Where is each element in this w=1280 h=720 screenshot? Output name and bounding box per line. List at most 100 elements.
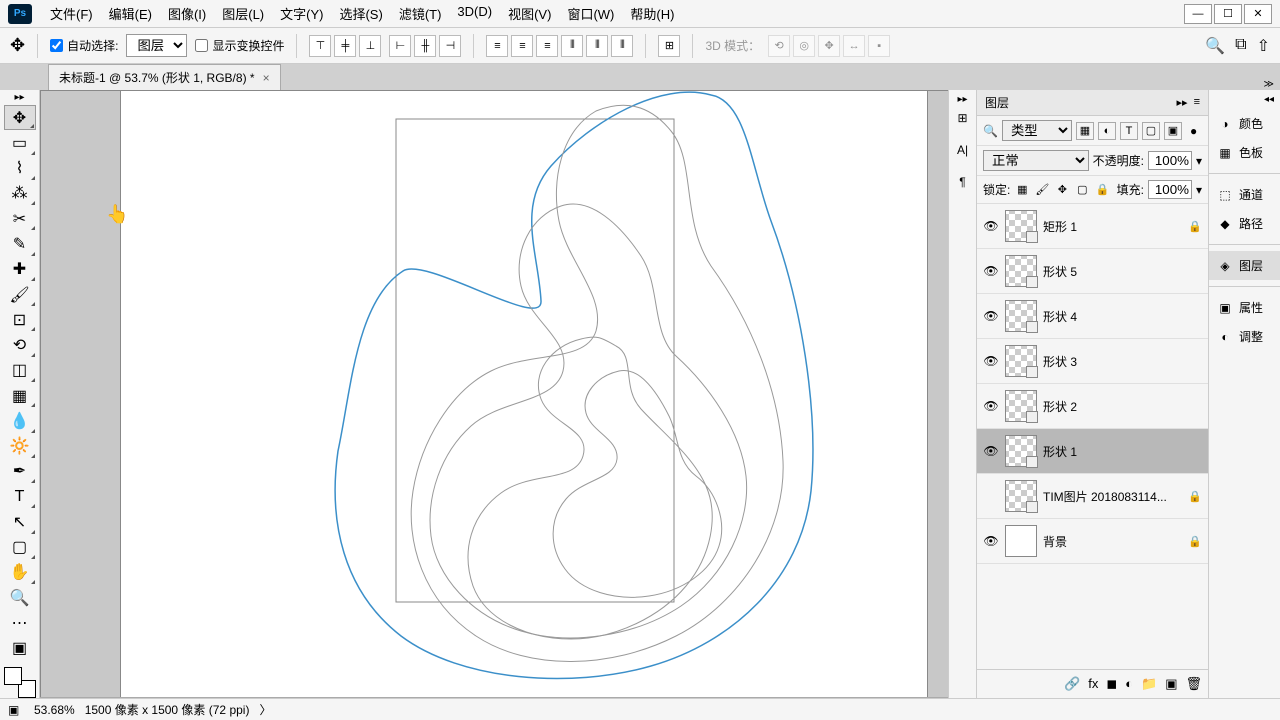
lock-artboard-icon[interactable]: ▢ bbox=[1074, 182, 1090, 198]
layer-mask-icon[interactable]: ◼ bbox=[1106, 676, 1117, 692]
layer-row[interactable]: 👁 形状 5 bbox=[977, 249, 1208, 294]
menu-item[interactable]: 帮助(H) bbox=[622, 0, 682, 27]
auto-select-mode[interactable]: 图层 bbox=[126, 34, 187, 57]
layer-thumbnail[interactable] bbox=[1005, 435, 1037, 467]
layer-row[interactable]: 👁 形状 1 bbox=[977, 429, 1208, 474]
layer-row[interactable]: 👁 形状 2 bbox=[977, 384, 1208, 429]
lock-pixels-icon[interactable]: ▦ bbox=[1014, 182, 1030, 198]
dock-expand-icon[interactable]: ◂◂ bbox=[1209, 94, 1280, 109]
fill-dropdown-icon[interactable]: ▾ bbox=[1196, 183, 1202, 197]
visibility-icon[interactable]: 👁 bbox=[983, 308, 999, 324]
dist-bottom[interactable]: ≡ bbox=[536, 35, 558, 57]
opacity-dropdown-icon[interactable]: ▾ bbox=[1196, 154, 1202, 168]
align-vcenter[interactable]: ╪ bbox=[334, 35, 356, 57]
dock-item[interactable]: ◐调整 bbox=[1209, 322, 1280, 351]
menu-item[interactable]: 文件(F) bbox=[42, 0, 101, 27]
filter-type-icon[interactable]: T bbox=[1120, 122, 1138, 140]
foreground-color[interactable] bbox=[4, 667, 22, 685]
layer-row[interactable]: 👁 形状 4 bbox=[977, 294, 1208, 339]
dist-vcenter[interactable]: ≡ bbox=[511, 35, 533, 57]
layer-row[interactable]: TIM图片 2018083114... 🔒 bbox=[977, 474, 1208, 519]
gradient-tool[interactable]: ▦ bbox=[4, 383, 36, 408]
dock-item[interactable]: ▦色板 bbox=[1209, 138, 1280, 167]
history-brush-tool[interactable]: ⟲ bbox=[4, 332, 36, 357]
brush-settings-icon[interactable]: ⊞ bbox=[957, 111, 967, 143]
hand-tool[interactable]: ✋ bbox=[4, 560, 36, 585]
filter-adjust-icon[interactable]: ◐ bbox=[1098, 122, 1116, 140]
3d-slide[interactable]: ↔ bbox=[843, 35, 865, 57]
dock-item[interactable]: ⬚通道 bbox=[1209, 180, 1280, 209]
status-doc-icon[interactable]: ▣ bbox=[8, 703, 24, 717]
search-icon[interactable]: 🔍 bbox=[1205, 36, 1225, 56]
opacity-input[interactable] bbox=[1148, 151, 1192, 170]
eyedropper-tool[interactable]: ✎ bbox=[4, 231, 36, 256]
3d-roll[interactable]: ◎ bbox=[793, 35, 815, 57]
tabs-expand-icon[interactable]: ≫ bbox=[1264, 79, 1274, 90]
layer-row[interactable]: 👁 矩形 1 🔒 bbox=[977, 204, 1208, 249]
align-top-edges[interactable]: ⊤ bbox=[309, 35, 331, 57]
filter-toggle[interactable]: ● bbox=[1190, 124, 1197, 138]
menu-item[interactable]: 3D(D) bbox=[449, 0, 500, 27]
move-tool[interactable]: ✥ bbox=[4, 105, 36, 130]
filter-shape-icon[interactable]: ▢ bbox=[1142, 122, 1160, 140]
filter-smart-icon[interactable]: ▣ bbox=[1164, 122, 1182, 140]
scrollbar-horizontal[interactable] bbox=[40, 697, 948, 698]
visibility-icon[interactable] bbox=[983, 488, 999, 504]
quick-mask[interactable]: ▣ bbox=[4, 636, 36, 661]
visibility-icon[interactable]: 👁 bbox=[983, 263, 999, 279]
3d-pan[interactable]: ✥ bbox=[818, 35, 840, 57]
visibility-icon[interactable]: 👁 bbox=[983, 353, 999, 369]
dock-item[interactable]: ◑颜色 bbox=[1209, 109, 1280, 138]
menu-item[interactable]: 文字(Y) bbox=[272, 0, 331, 27]
eraser-tool[interactable]: ◫ bbox=[4, 358, 36, 383]
healing-tool[interactable]: ✚ bbox=[4, 257, 36, 282]
magic-wand-tool[interactable]: ⁂ bbox=[4, 181, 36, 206]
layer-thumbnail[interactable] bbox=[1005, 525, 1037, 557]
show-transform-checkbox[interactable]: 显示变换控件 bbox=[195, 37, 284, 54]
stamp-tool[interactable]: ⊡ bbox=[4, 307, 36, 332]
link-layers-icon[interactable]: 🔗 bbox=[1064, 676, 1080, 692]
status-arrow-icon[interactable]: 〉 bbox=[259, 701, 271, 718]
layer-thumbnail[interactable] bbox=[1005, 390, 1037, 422]
delete-layer-icon[interactable]: 🗑 bbox=[1185, 676, 1202, 692]
group-icon[interactable]: 📁 bbox=[1141, 676, 1157, 692]
layer-row[interactable]: 👁 背景 🔒 bbox=[977, 519, 1208, 564]
menu-item[interactable]: 窗口(W) bbox=[559, 0, 622, 27]
lock-all-icon[interactable]: 🔒 bbox=[1094, 182, 1110, 198]
auto-align-button[interactable]: ⊞ bbox=[658, 35, 680, 57]
3d-zoom[interactable]: ▪ bbox=[868, 35, 890, 57]
marquee-tool[interactable]: ▭ bbox=[4, 130, 36, 155]
menu-item[interactable]: 编辑(E) bbox=[101, 0, 160, 27]
zoom-tool[interactable]: 🔍 bbox=[4, 585, 36, 610]
3d-orbit[interactable]: ⟲ bbox=[768, 35, 790, 57]
adjustment-layer-icon[interactable]: ◐ bbox=[1125, 676, 1133, 692]
close-button[interactable]: ✕ bbox=[1244, 4, 1272, 24]
menu-item[interactable]: 图层(L) bbox=[214, 0, 272, 27]
dist-right[interactable]: ⫴ bbox=[611, 35, 633, 57]
visibility-icon[interactable]: 👁 bbox=[983, 533, 999, 549]
align-bottom-edges[interactable]: ⊥ bbox=[359, 35, 381, 57]
align-hcenter[interactable]: ╫ bbox=[414, 35, 436, 57]
align-left-edges[interactable]: ⊢ bbox=[389, 35, 411, 57]
layer-thumbnail[interactable] bbox=[1005, 480, 1037, 512]
color-swatches[interactable] bbox=[4, 667, 36, 698]
dist-hcenter[interactable]: ⫴ bbox=[586, 35, 608, 57]
blur-tool[interactable]: 💧 bbox=[4, 408, 36, 433]
docking-icon[interactable]: ⧉ bbox=[1235, 36, 1246, 56]
paragraph-icon[interactable]: ¶ bbox=[959, 175, 965, 207]
lock-move-icon[interactable]: ✥ bbox=[1054, 182, 1070, 198]
layer-thumbnail[interactable] bbox=[1005, 300, 1037, 332]
panel-tab-layers[interactable]: 图层 bbox=[985, 94, 1009, 111]
tools-collapse-icon[interactable]: ▸▸ bbox=[14, 92, 24, 103]
menu-item[interactable]: 滤镜(T) bbox=[391, 0, 450, 27]
menu-item[interactable]: 选择(S) bbox=[331, 0, 390, 27]
dock-item[interactable]: ◈图层 bbox=[1209, 251, 1280, 280]
panel-menu-icon[interactable]: ≡ bbox=[1194, 96, 1200, 109]
fill-input[interactable] bbox=[1148, 180, 1192, 199]
layer-thumbnail[interactable] bbox=[1005, 345, 1037, 377]
lock-brush-icon[interactable]: 🖌 bbox=[1034, 182, 1050, 198]
dock-item[interactable]: ◆路径 bbox=[1209, 209, 1280, 238]
tab-close-icon[interactable]: × bbox=[263, 71, 270, 85]
more-tools[interactable]: ⋯ bbox=[4, 610, 36, 635]
filter-pixel-icon[interactable]: ▦ bbox=[1076, 122, 1094, 140]
